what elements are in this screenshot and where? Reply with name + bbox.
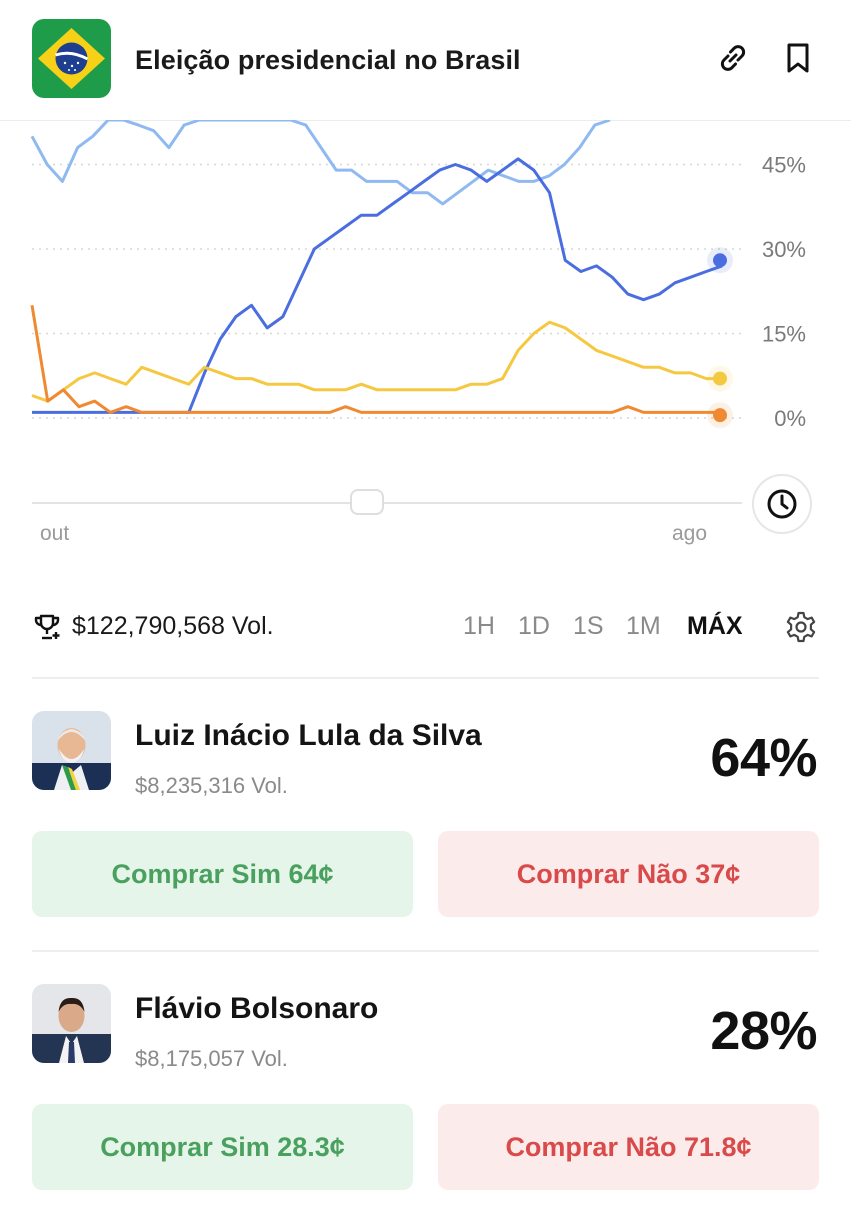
bookmark-icon[interactable]: [780, 40, 816, 76]
y-tick-label: 45%: [762, 153, 806, 178]
range-1m[interactable]: 1M: [626, 612, 661, 641]
candidate-name: Flávio Bolsonaro: [135, 992, 379, 1025]
buy-no-button[interactable]: Comprar Não 71.8¢: [438, 1104, 819, 1190]
clock-button[interactable]: [752, 474, 812, 534]
gear-icon[interactable]: [784, 610, 818, 644]
range-max[interactable]: MÁX: [687, 612, 743, 641]
series-endpoint: [713, 408, 727, 423]
divider: [32, 677, 819, 679]
buy-yes-button[interactable]: Comprar Sim 28.3¢: [32, 1104, 413, 1190]
candidate-volume: $8,235,316 Vol.: [135, 773, 288, 798]
volume-row: $122,790,568 Vol. 1H 1D 1S 1M MÁX: [0, 600, 851, 656]
range-1s[interactable]: 1S: [573, 612, 604, 641]
series-endpoint: [713, 253, 727, 268]
candidate-percentage: 28%: [710, 1001, 817, 1061]
clock-icon: [767, 489, 797, 519]
page-title: Eleição presidencial no Brasil: [135, 45, 521, 75]
candidate-card: Flávio Bolsonaro $8,175,057 Vol. 28% Com…: [0, 984, 851, 1214]
range-1d[interactable]: 1D: [518, 612, 550, 641]
candidate-name: Luiz Inácio Lula da Silva: [135, 719, 482, 752]
candidate-card: Luiz Inácio Lula da Silva $8,235,316 Vol…: [0, 711, 851, 941]
brazil-flag-icon: [32, 19, 111, 98]
y-tick-label: 0%: [774, 406, 806, 431]
series-endpoint: [713, 371, 727, 386]
avatar: [32, 711, 111, 790]
total-volume: $122,790,568 Vol.: [72, 612, 274, 640]
candidate-volume: $8,175,057 Vol.: [135, 1046, 288, 1071]
trophy-icon: [32, 612, 62, 642]
time-slider-track[interactable]: [32, 502, 742, 504]
market-header: Eleição presidencial no Brasil: [0, 0, 851, 121]
avatar: [32, 984, 111, 1063]
divider: [32, 950, 819, 952]
y-tick-label: 15%: [762, 322, 806, 347]
range-1h[interactable]: 1H: [463, 612, 495, 641]
buy-no-button[interactable]: Comprar Não 37¢: [438, 831, 819, 917]
candidate-percentage: 64%: [710, 728, 817, 788]
link-icon[interactable]: [715, 40, 751, 76]
x-tick-label: ago: [672, 522, 708, 545]
x-tick-label: out: [40, 522, 70, 545]
buy-yes-button[interactable]: Comprar Sim 64¢: [32, 831, 413, 917]
y-tick-label: 30%: [762, 237, 806, 262]
price-chart[interactable]: 45% 30% 15% 0% out ago: [0, 118, 851, 560]
time-slider-handle[interactable]: [350, 489, 384, 515]
